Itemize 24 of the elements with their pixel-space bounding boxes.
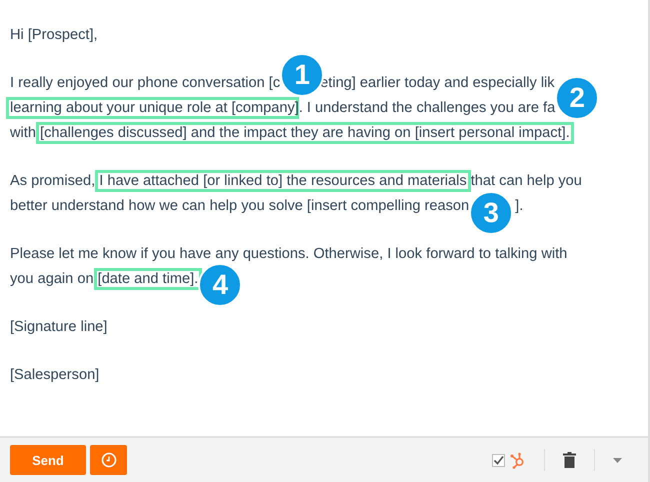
number-badge: 3: [469, 190, 514, 234]
email-text: with: [10, 124, 37, 140]
number-badge: 4: [198, 262, 242, 306]
schedule-button[interactable]: [90, 445, 127, 475]
email-text: you again on: [10, 270, 95, 286]
number-badge: 2: [555, 76, 600, 120]
email-text: eting] earlier today and especially lik: [320, 74, 555, 90]
log-checkbox[interactable]: [492, 454, 505, 466]
email-text: As promised,: [10, 172, 96, 188]
email-text: ].: [515, 198, 524, 214]
highlighted-text: I have attached [or linked to] the resources and materials: [95, 170, 471, 192]
email-text: better understand how we can help you solve [insert compelling reason: [10, 198, 470, 214]
highlighted-text: [challenges discussed] and the impact they are having on [insert personal impact].: [36, 122, 574, 144]
clock-icon: [100, 452, 116, 468]
caret-icon[interactable]: [613, 458, 622, 462]
email-text: Please let me know if you have any questions. Otherwise, I look forward to talking with: [10, 246, 568, 262]
email-text: [Signature line]: [10, 318, 108, 334]
email-text: Hi [Prospect],: [10, 26, 98, 42]
email-text: I really enjoyed our phone conversation [c: [10, 74, 280, 90]
email-text: that can help you: [470, 172, 582, 188]
email-text: [Salesperson]: [10, 366, 100, 382]
trash-icon: [563, 452, 576, 468]
sprocket-icon: [509, 452, 526, 468]
send-button[interactable]: Send: [10, 445, 86, 475]
